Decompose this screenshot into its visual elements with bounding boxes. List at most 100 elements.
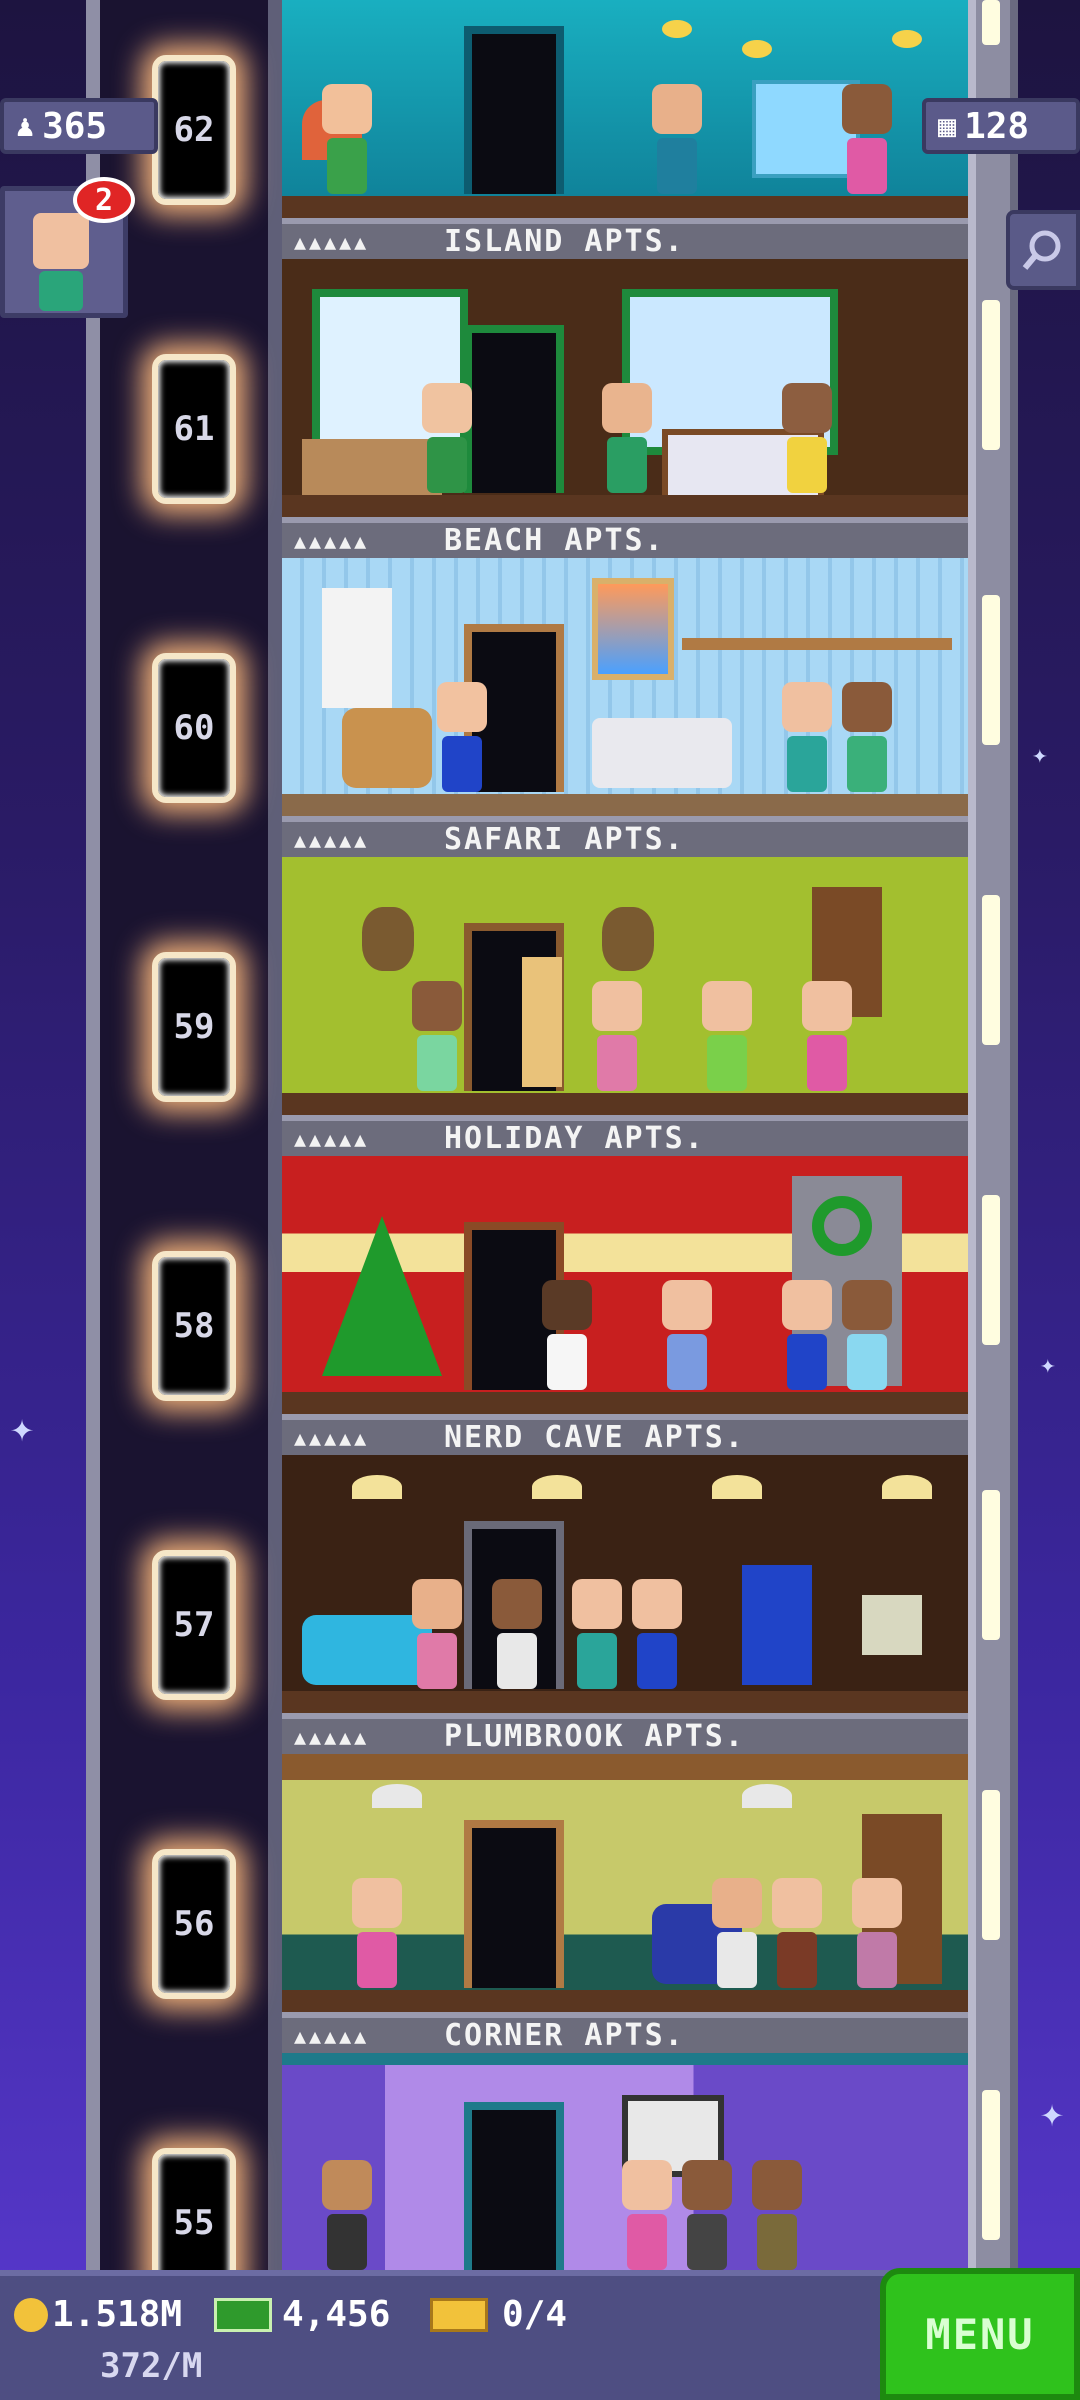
- floors-badge[interactable]: ▦ 128: [922, 98, 1080, 154]
- magnifier-icon: [1022, 230, 1061, 270]
- resident[interactable]: [782, 1280, 832, 1390]
- elevator-door-62[interactable]: 62: [152, 55, 236, 205]
- lamp-decor: [712, 1475, 762, 1499]
- notification-count-badge: 2: [73, 177, 135, 223]
- room-door[interactable]: [464, 26, 564, 194]
- resident[interactable]: [712, 1878, 762, 1988]
- lamp-decor: [372, 1784, 422, 1808]
- room-door[interactable]: [464, 1820, 564, 1988]
- floor-62[interactable]: ▲▲▲▲▲ ISLAND APTS.: [282, 0, 968, 259]
- floor-baseboard: [282, 1691, 968, 1713]
- bux-amount: 4,456: [282, 2294, 391, 2335]
- resident-notification-button[interactable]: 2: [0, 177, 135, 318]
- resident[interactable]: [437, 682, 487, 792]
- resident[interactable]: [782, 682, 832, 792]
- floors-count: 128: [964, 105, 1030, 147]
- floor-59[interactable]: ▲▲▲▲▲ HOLIDAY APTS.: [282, 857, 968, 1156]
- elevator-door-60[interactable]: 60: [152, 653, 236, 803]
- coin-icon: [14, 2297, 48, 2332]
- room-door[interactable]: [464, 2102, 564, 2270]
- resident[interactable]: [632, 1579, 682, 1689]
- floor-57[interactable]: ▲▲▲▲▲ PLUMBROOK APTS.: [282, 1455, 968, 1754]
- elevator-door-57[interactable]: 57: [152, 1550, 236, 1700]
- window-light: [982, 895, 1000, 1045]
- resident[interactable]: [752, 2160, 802, 2270]
- coin-display[interactable]: 1.518M: [14, 2294, 182, 2335]
- floor-name: SAFARI APTS.: [444, 822, 685, 857]
- floor-name: BEACH APTS.: [444, 523, 665, 558]
- ticket-amount: 0/4: [502, 2294, 568, 2335]
- resident[interactable]: [802, 981, 852, 1091]
- room-corner: [282, 2053, 968, 2270]
- coin-amount: 1.518M: [52, 2294, 183, 2335]
- floor-61[interactable]: ▲▲▲▲▲ BEACH APTS.: [282, 259, 968, 558]
- floor-baseboard: [282, 1093, 968, 1115]
- right-tower-wall: [968, 0, 1018, 2270]
- resident[interactable]: [842, 682, 892, 792]
- elevator-door-58[interactable]: 58: [152, 1251, 236, 1401]
- ticket-icon: [430, 2297, 488, 2332]
- lamp-decor: [532, 1475, 582, 1499]
- room-safari: [282, 857, 968, 1115]
- elevator-door-59[interactable]: 59: [152, 952, 236, 1102]
- window-light: [982, 1195, 1000, 1345]
- wreath-decor: [812, 1196, 872, 1256]
- elevator-door-61[interactable]: 61: [152, 354, 236, 504]
- floor-name: PLUMBROOK APTS.: [444, 1719, 745, 1754]
- mask-decor: [362, 907, 414, 971]
- room-door[interactable]: [464, 325, 564, 493]
- floor-55[interactable]: [282, 2053, 968, 2270]
- elevator-shaft[interactable]: 62 61 60 59 58 57 56 55: [86, 0, 282, 2298]
- resident[interactable]: [412, 1579, 462, 1689]
- floor-nameplate: ▲▲▲▲▲ BEACH APTS.: [282, 517, 968, 558]
- floor-baseboard: [282, 1990, 968, 2012]
- floor-nameplate: ▲▲▲▲▲ HOLIDAY APTS.: [282, 1115, 968, 1156]
- resident[interactable]: [592, 981, 642, 1091]
- painting-decor: [592, 578, 674, 680]
- star-rating: ▲▲▲▲▲: [294, 1724, 370, 1749]
- person-icon: ♟: [16, 108, 35, 144]
- population-badge[interactable]: ♟ 365: [0, 98, 158, 154]
- ticket-display[interactable]: 0/4: [430, 2294, 567, 2335]
- elevator-door-56[interactable]: 56: [152, 1849, 236, 1999]
- star-rating: ▲▲▲▲▲: [294, 229, 370, 254]
- resident[interactable]: [322, 2160, 372, 2270]
- floor-58[interactable]: ▲▲▲▲▲ NERD CAVE APTS.: [282, 1156, 968, 1455]
- room-coastal: [282, 558, 968, 816]
- resident[interactable]: [622, 2160, 672, 2270]
- resident[interactable]: [852, 1878, 902, 1988]
- room-aquarium: [282, 0, 968, 218]
- window-light: [982, 1490, 1000, 1640]
- resident[interactable]: [842, 84, 892, 194]
- resident[interactable]: [322, 84, 372, 194]
- resident[interactable]: [842, 1280, 892, 1390]
- menu-button[interactable]: MENU: [880, 2268, 1080, 2400]
- star-rating: ▲▲▲▲▲: [294, 2023, 370, 2048]
- floor-nameplate: ▲▲▲▲▲ NERD CAVE APTS.: [282, 1414, 968, 1455]
- resident[interactable]: [702, 981, 752, 1091]
- armchair-decor: [342, 708, 432, 788]
- floor-56[interactable]: ▲▲▲▲▲ CORNER APTS.: [282, 1754, 968, 2053]
- resident[interactable]: [652, 84, 702, 194]
- sparkle-icon: ✦: [1032, 740, 1048, 770]
- resident[interactable]: [572, 1579, 622, 1689]
- resident[interactable]: [602, 383, 652, 493]
- resident-chef[interactable]: [542, 1280, 592, 1390]
- floor-nameplate: ▲▲▲▲▲ CORNER APTS.: [282, 2012, 968, 2053]
- floor-baseboard: [282, 1392, 968, 1414]
- search-button[interactable]: [1006, 210, 1080, 290]
- building-icon: ▦: [938, 108, 957, 144]
- bux-display[interactable]: 4,456: [214, 2294, 390, 2335]
- resident[interactable]: [352, 1878, 402, 1988]
- fish-decor: [892, 30, 922, 48]
- mask-decor: [602, 907, 654, 971]
- resident[interactable]: [782, 383, 832, 493]
- resident[interactable]: [682, 2160, 732, 2270]
- resident[interactable]: [772, 1878, 822, 1988]
- resident[interactable]: [412, 981, 462, 1091]
- star-rating: ▲▲▲▲▲: [294, 1126, 370, 1151]
- floor-60[interactable]: ▲▲▲▲▲ SAFARI APTS.: [282, 558, 968, 857]
- resident[interactable]: [662, 1280, 712, 1390]
- resident[interactable]: [492, 1579, 542, 1689]
- resident[interactable]: [422, 383, 472, 493]
